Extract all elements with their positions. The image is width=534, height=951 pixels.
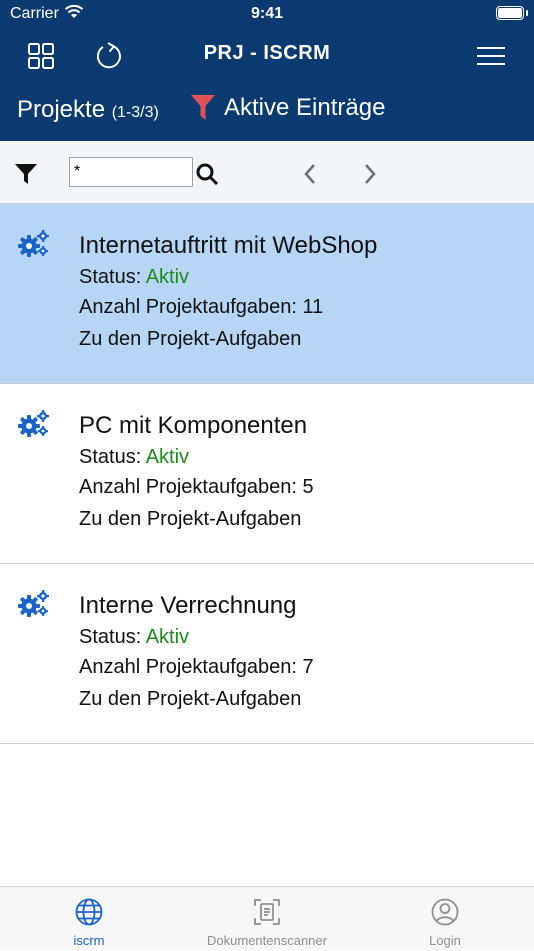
project-status: Status: Aktiv [79,446,190,468]
active-filter-label: Aktive Einträge [224,94,386,121]
project-tasks-link[interactable]: Zu den Projekt-Aufgaben [79,688,301,711]
user-circle-icon [430,897,460,932]
status-time: 9:41 [250,5,284,22]
project-status: Status: Aktiv [79,266,190,288]
status-bar: Carrier 9:41 [0,0,534,28]
funnel-icon [191,95,215,120]
sub-header: Projekte (1-3/3) Aktive Einträge [0,82,534,141]
project-status: Status: Aktiv [79,626,190,648]
list-item[interactable]: Internetauftritt mit WebShop Status: Akt… [0,204,534,384]
tab-dokumentenscanner[interactable]: Dokumentenscanner [178,887,356,951]
gears-icon [18,410,50,443]
project-task-count: Anzahl Projektaufgaben: 7 [79,656,314,678]
project-task-count: Anzahl Projektaufgaben: 11 [79,296,324,318]
list-item[interactable]: Interne Verrechnung Status: Aktiv Anzahl… [0,564,534,744]
battery-icon [496,6,524,20]
chevron-left-icon[interactable] [302,162,318,191]
list-count: (1-3/3) [111,104,159,121]
chevron-right-icon[interactable] [362,162,378,191]
search-icon[interactable] [195,162,219,191]
project-name: PC mit Komponenten [79,412,308,439]
status-value: Aktiv [145,626,190,648]
project-task-count: Anzahl Projektaufgaben: 5 [79,476,314,498]
project-tasks-link[interactable]: Zu den Projekt-Aufgaben [79,328,301,351]
status-value: Aktiv [145,266,190,288]
active-filter-button[interactable]: Aktive Einträge [190,94,385,122]
document-scanner-icon [252,897,282,932]
gears-icon [18,230,50,263]
list-title: Projekte (1-3/3) [17,96,159,124]
tab-bar: iscrm Dokumentenscanner Login [0,886,534,950]
project-tasks-link[interactable]: Zu den Projekt-Aufgaben [79,508,301,531]
tab-label: Login [429,933,461,948]
status-value: Aktiv [145,446,190,468]
project-name: Internetauftritt mit WebShop [79,232,378,259]
tab-label: Dokumentenscanner [207,933,327,948]
list-item[interactable]: PC mit Komponenten Status: Aktiv Anzahl … [0,384,534,564]
tab-login[interactable]: Login [356,887,534,951]
search-toolbar [0,141,534,204]
project-name: Interne Verrechnung [79,592,297,619]
tab-label: iscrm [73,933,105,948]
globe-icon [74,897,104,932]
gears-icon [18,590,50,623]
tab-iscrm[interactable]: iscrm [0,887,178,951]
nav-title: PRJ - ISCRM [203,42,331,64]
filter-icon[interactable] [14,162,38,191]
project-list: Internetauftritt mit WebShop Status: Akt… [0,204,534,744]
navigation-bar: PRJ - ISCRM [0,28,534,82]
list-title-text: Projekte [17,96,106,123]
search-input[interactable] [69,157,193,187]
hamburger-menu-icon[interactable] [471,36,511,76]
